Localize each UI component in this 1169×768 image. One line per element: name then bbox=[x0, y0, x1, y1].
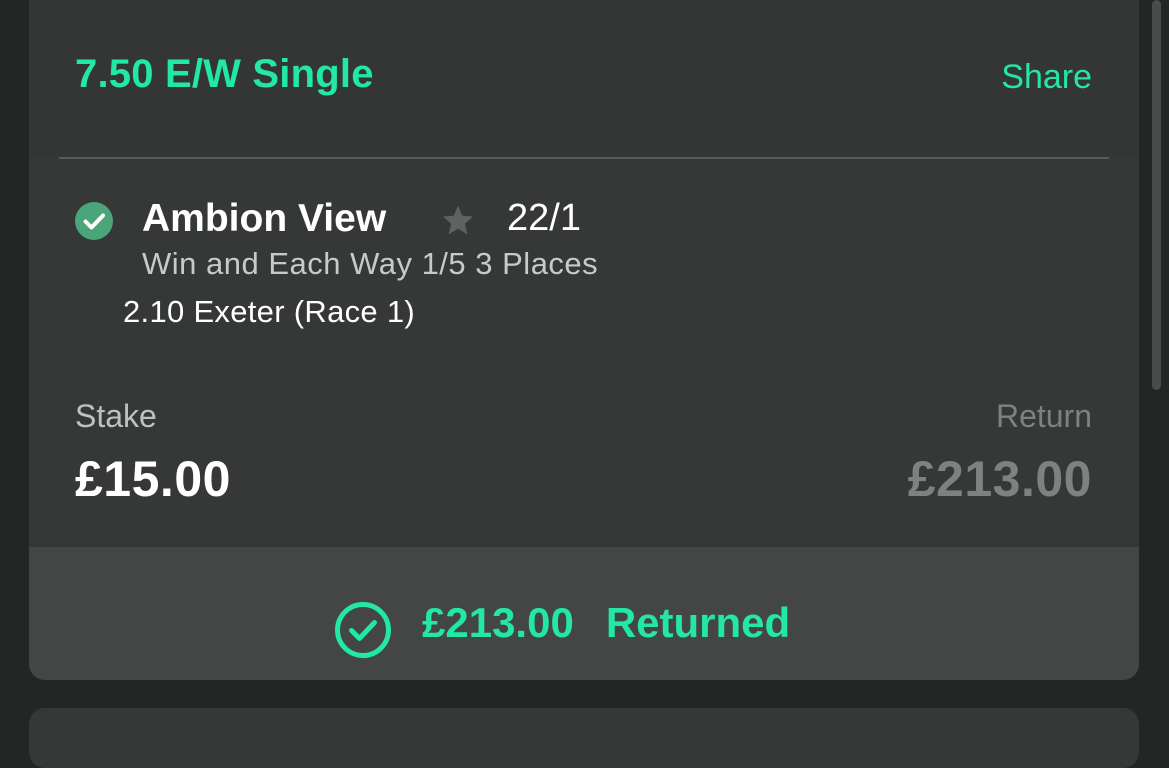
return-value: £213.00 bbox=[907, 451, 1092, 507]
bet-title: 7.50 E/W Single bbox=[75, 52, 374, 96]
market-description: Win and Each Way 1/5 3 Places bbox=[142, 246, 599, 281]
check-circle-outline-icon bbox=[335, 602, 391, 658]
check-circle-icon bbox=[75, 202, 113, 240]
star-icon[interactable] bbox=[439, 203, 477, 239]
stake-label: Stake bbox=[75, 398, 157, 434]
stake-value: £15.00 bbox=[75, 451, 231, 507]
bet-card: 7.50 E/W Single Share Ambion View 22/1 W… bbox=[29, 0, 1139, 680]
returned-amount: £213.00 bbox=[422, 599, 574, 646]
next-bet-card[interactable] bbox=[29, 708, 1139, 768]
horse-name: Ambion View bbox=[142, 197, 387, 240]
odds: 22/1 bbox=[507, 197, 581, 239]
share-button[interactable]: Share bbox=[1001, 58, 1092, 97]
returned-status: £213.00 Returned bbox=[334, 593, 791, 658]
scrollbar[interactable] bbox=[1152, 0, 1161, 390]
returned-status-bar: £213.00 Returned bbox=[29, 547, 1139, 680]
return-label: Return bbox=[995, 398, 1092, 434]
returned-label: Returned bbox=[605, 599, 791, 646]
event-name: 2.10 Exeter (Race 1) bbox=[123, 294, 416, 329]
divider bbox=[59, 157, 1109, 159]
